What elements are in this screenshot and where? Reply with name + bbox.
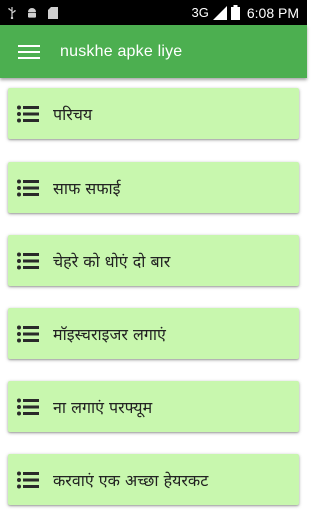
battery-icon [230,5,240,20]
usb-icon [8,6,16,19]
list-item-label: मॉइस्चराइजर लगाएं [53,324,166,344]
android-icon [28,7,36,18]
list-item-label: साफ सफाई [53,178,121,198]
app-title: nuskhe apke liye [60,42,183,60]
list-item-label: परिचय [53,104,93,124]
list-item-label: ना लगाएं परफ्यूम [53,397,153,417]
list-item-label: करवाएं एक अच्छा हेयरकट [53,470,209,490]
status-bar-left [0,6,58,19]
list-icon [17,179,39,196]
list-item[interactable]: परिचय [8,88,299,139]
list-item[interactable]: मॉइस्चराइजर लगाएं [8,308,299,359]
list-item-label: चेहरे को धोएं दो बार [53,251,171,271]
list-icon [17,252,39,269]
network-type-label: 3G [191,5,209,20]
clock-suffix: PM [278,4,299,21]
list-item[interactable]: साफ सफाई [8,162,299,213]
status-bar: 3G 6:08 PM [0,0,307,25]
list-icon [17,398,39,415]
list-item[interactable]: ना लगाएं परफ्यूम [8,381,299,432]
clock: 6:08 PM [247,5,299,21]
list-icon [17,105,39,122]
hamburger-menu-icon[interactable] [18,43,40,61]
app-bar: nuskhe apke liye [0,25,307,78]
status-bar-right: 3G 6:08 PM [192,5,307,21]
list-icon [17,471,39,488]
sd-card-icon [48,6,58,19]
list-item[interactable]: चेहरे को धोएं दो बार [8,235,299,286]
list-icon [17,325,39,342]
list-item[interactable]: करवाएं एक अच्छा हेयरकट [8,454,299,505]
signal-icon [212,5,227,20]
clock-time: 6:08 [246,4,275,21]
